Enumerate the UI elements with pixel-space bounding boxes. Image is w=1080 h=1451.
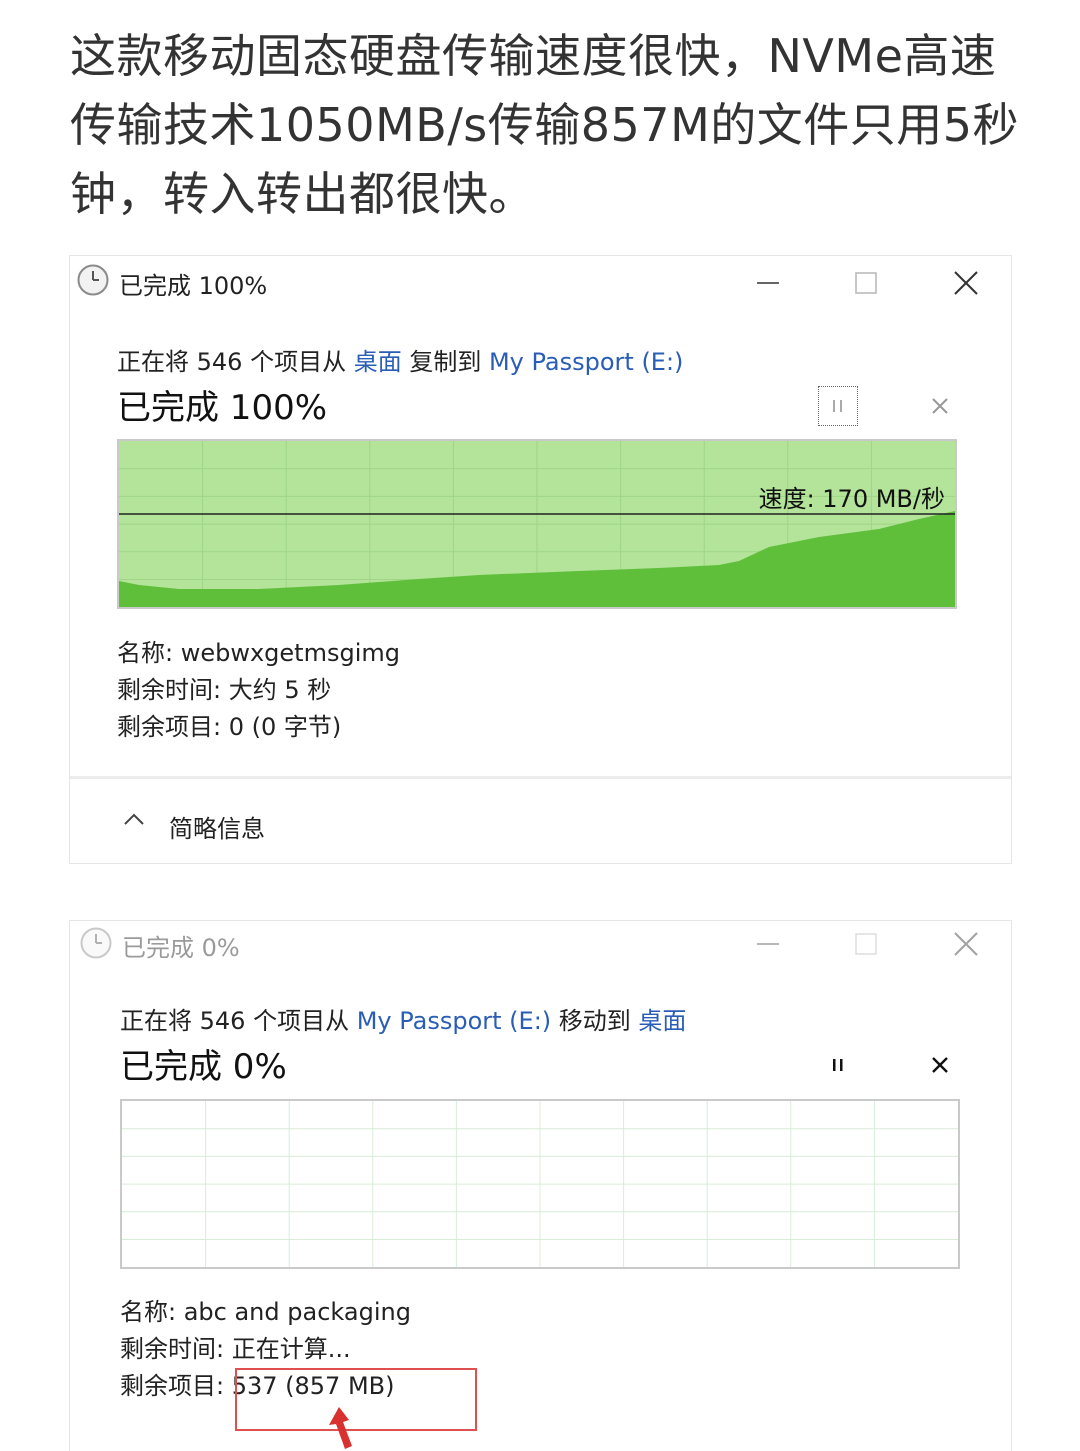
dialog-footer: 简略信息 xyxy=(70,776,1011,863)
description-middle: 复制到 xyxy=(401,348,489,376)
chevron-up-icon[interactable] xyxy=(122,811,146,827)
description-prefix: 正在将 546 个项目从 xyxy=(120,1007,357,1035)
speed-graph-canvas xyxy=(119,441,955,607)
cancel-icon xyxy=(932,1057,948,1073)
description-prefix: 正在将 546 个项目从 xyxy=(117,348,354,376)
title-bar: 已完成 0% xyxy=(70,921,1011,973)
close-icon xyxy=(954,271,978,295)
maximize-button[interactable] xyxy=(841,260,891,306)
window-title: 已完成 0% xyxy=(122,934,240,962)
window-title: 已完成 100% xyxy=(119,272,268,300)
progress-title: 已完成 0% xyxy=(120,1047,287,1087)
close-window-button[interactable] xyxy=(941,921,991,967)
minimize-button[interactable] xyxy=(743,260,793,306)
minimize-button[interactable] xyxy=(743,921,793,967)
speed-graph xyxy=(120,1099,960,1269)
items-remaining-row: 剩余项目: 0 (0 字节) xyxy=(117,713,342,741)
pause-button[interactable] xyxy=(818,1045,858,1085)
maximize-icon xyxy=(855,272,877,294)
cancel-button[interactable] xyxy=(920,386,960,426)
copy-progress-dialog-complete: 已完成 100% 正在将 546 个项目从 桌面 复制到 My Passport… xyxy=(69,255,1012,864)
pause-button[interactable] xyxy=(818,386,858,426)
minimize-icon xyxy=(757,943,779,945)
fewer-details-toggle[interactable]: 简略信息 xyxy=(169,809,265,844)
source-link[interactable]: My Passport (E:) xyxy=(357,1007,551,1035)
time-remaining-row: 剩余时间: 正在计算... xyxy=(120,1335,351,1363)
time-remaining-row: 剩余时间: 大约 5 秒 xyxy=(117,676,332,704)
close-icon xyxy=(954,932,978,956)
progress-title: 已完成 100% xyxy=(117,388,328,428)
minimize-icon xyxy=(757,282,779,284)
maximize-icon xyxy=(855,933,877,955)
red-arrow-icon xyxy=(329,1407,352,1449)
speed-graph-canvas xyxy=(122,1101,958,1267)
destination-link[interactable]: 桌面 xyxy=(638,1007,686,1035)
operation-description: 正在将 546 个项目从 My Passport (E:) 移动到 桌面 xyxy=(120,1001,686,1036)
pause-icon xyxy=(833,400,842,412)
file-name-row: 名称: webwxgetmsgimg xyxy=(117,639,400,667)
source-link[interactable]: 桌面 xyxy=(354,348,402,376)
move-progress-dialog-starting: 已完成 0% 正在将 546 个项目从 My Passport (E:) 移动到… xyxy=(69,920,1012,1451)
maximize-button[interactable] xyxy=(841,921,891,967)
post-caption: 这款移动固态硬盘传输速度很快，NVMe高速传输技术1050MB/s传输857M的… xyxy=(70,29,1020,221)
title-bar: 已完成 100% xyxy=(70,256,1011,308)
clock-icon xyxy=(80,927,112,959)
close-window-button[interactable] xyxy=(941,260,991,306)
file-name-row: 名称: abc and packaging xyxy=(120,1298,411,1326)
cancel-button[interactable] xyxy=(920,1045,960,1085)
speed-label: 速度: 170 MB/秒 xyxy=(758,485,945,513)
items-remaining-label: 剩余项目: xyxy=(120,1372,232,1400)
cancel-icon xyxy=(932,398,948,414)
description-middle: 移动到 xyxy=(551,1007,639,1035)
details-panel: 名称: webwxgetmsgimg 剩余时间: 大约 5 秒 剩余项目: 0 … xyxy=(117,635,400,746)
clock-icon xyxy=(77,264,109,296)
operation-description: 正在将 546 个项目从 桌面 复制到 My Passport (E:) xyxy=(117,342,683,377)
speed-graph: 速度: 170 MB/秒 xyxy=(117,439,957,609)
destination-link[interactable]: My Passport (E:) xyxy=(489,348,683,376)
pause-icon xyxy=(833,1059,843,1071)
